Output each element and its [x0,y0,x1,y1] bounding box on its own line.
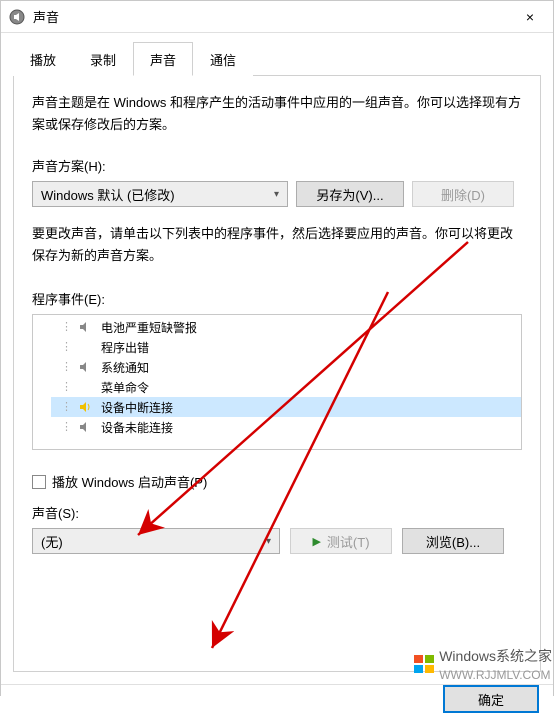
test-label: 测试(T) [327,532,370,551]
tree-connector: ⋮ [61,380,71,394]
event-item[interactable]: ⋮ 系统通知 [51,357,521,377]
watermark-text1: Windows [439,648,496,664]
instructions-text: 要更改声音，请单击以下列表中的程序事件，然后选择要应用的声音。你可以将更改保存为… [32,223,522,267]
scheme-value: Windows 默认 (已修改) [41,185,175,204]
event-item-selected[interactable]: ⋮ 设备中断连接 [51,397,521,417]
tree-connector: ⋮ [61,320,71,334]
event-item[interactable]: ⋮ 菜单命令 [51,377,521,397]
scheme-dropdown[interactable]: Windows 默认 (已修改) ▾ [32,181,288,207]
checkbox-icon [32,475,46,489]
scheme-label: 声音方案(H): [32,156,522,175]
event-label: 系统通知 [101,359,149,376]
speaker-icon [77,361,95,373]
content-area: 播放 录制 声音 通信 声音主题是在 Windows 和程序产生的活动事件中应用… [1,33,553,684]
ok-button[interactable]: 确定 [443,685,539,713]
titlebar: 声音 × [1,1,553,33]
close-icon: × [526,9,534,25]
speaker-active-icon [77,401,95,413]
speaker-icon [77,321,95,333]
intro-text: 声音主题是在 Windows 和程序产生的活动事件中应用的一组声音。你可以选择现… [32,92,522,136]
event-label: 菜单命令 [101,379,149,396]
delete-button: 删除(D) [412,181,514,207]
dialog-footer: 确定 [1,684,553,713]
tab-comm[interactable]: 通信 [193,42,253,76]
watermark-url: WWW.RJJMLV.COM [439,668,550,682]
program-events-list[interactable]: ⋮ 电池严重短缺警报 ⋮ 程序出错 ⋮ 系统通知 [32,314,522,450]
tree-connector: ⋮ [61,400,71,414]
chevron-down-icon: ▾ [266,536,271,547]
window-title: 声音 [33,7,59,26]
event-label: 电池严重短缺警报 [101,319,197,336]
events-label: 程序事件(E): [32,289,522,308]
event-item[interactable]: ⋮ 程序出错 [51,337,521,357]
event-label: 程序出错 [101,339,149,356]
startup-sound-label: 播放 Windows 启动声音(P) [52,472,207,491]
speaker-icon [77,421,95,433]
sound-value: (无) [41,532,63,551]
tree-connector: ⋮ [61,340,71,354]
event-label: 设备中断连接 [101,399,173,416]
test-button: ▶ 测试(T) [290,528,392,554]
watermark-text2: 系统之家 [496,648,552,664]
sound-panel: 声音主题是在 Windows 和程序产生的活动事件中应用的一组声音。你可以选择现… [13,76,541,672]
startup-sound-checkbox[interactable]: 播放 Windows 启动声音(P) [32,472,522,491]
tab-play[interactable]: 播放 [13,42,73,76]
close-button[interactable]: × [507,1,553,32]
tab-strip: 播放 录制 声音 通信 [13,41,541,76]
tab-sound[interactable]: 声音 [133,42,193,76]
watermark: Windows系统之家 WWW.RJJMLV.COM [413,646,552,682]
save-as-button[interactable]: 另存为(V)... [296,181,404,207]
browse-button[interactable]: 浏览(B)... [402,528,504,554]
chevron-down-icon: ▾ [274,189,279,200]
tree-connector: ⋮ [61,360,71,374]
event-label: 设备未能连接 [101,419,173,436]
speaker-icon [9,9,25,25]
play-icon: ▶ [312,535,320,548]
tree-connector: ⋮ [61,420,71,434]
windows-logo-icon [413,653,435,675]
sound-dropdown[interactable]: (无) ▾ [32,528,280,554]
event-item[interactable]: ⋮ 设备未能连接 [51,417,521,437]
sound-label: 声音(S): [32,503,522,522]
tab-record[interactable]: 录制 [73,42,133,76]
sound-dialog: 声音 × 播放 录制 声音 通信 声音主题是在 Windows 和程序产生的活动… [0,0,554,696]
event-item[interactable]: ⋮ 电池严重短缺警报 [51,317,521,337]
